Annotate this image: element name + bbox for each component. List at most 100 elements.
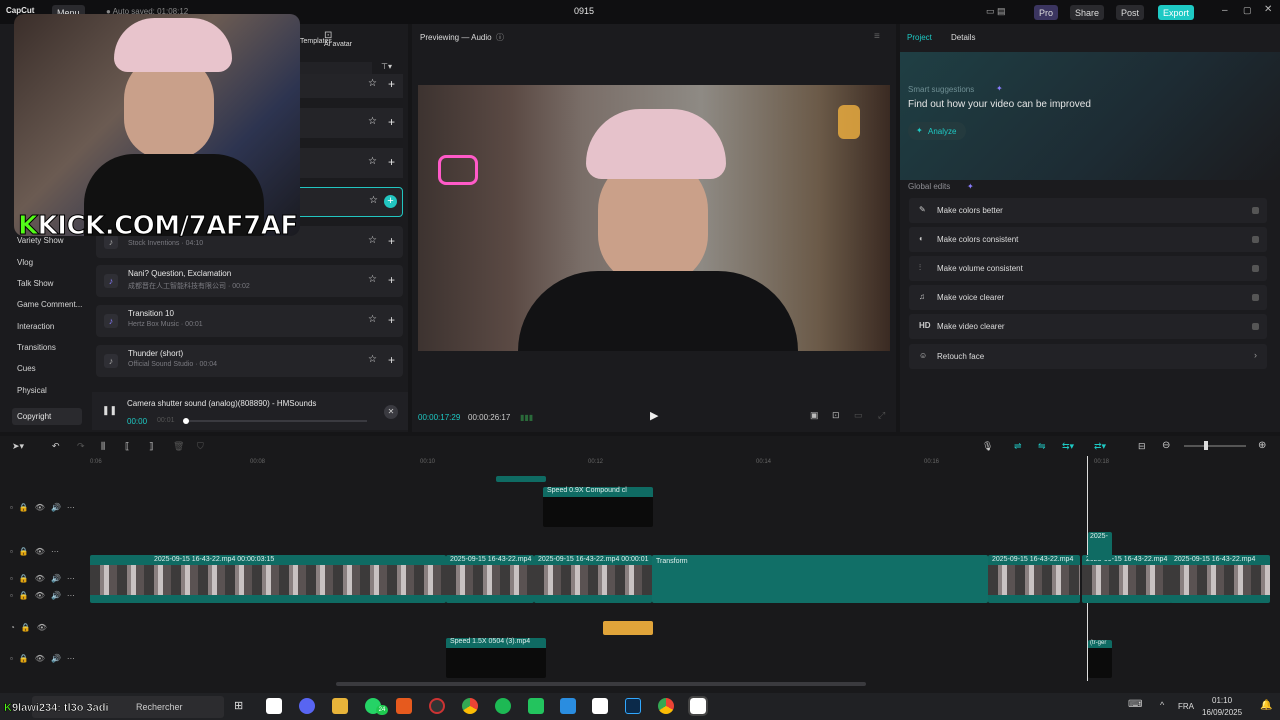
category-cues[interactable]: Cues [17,364,36,373]
plus-icon[interactable]: + [388,313,395,327]
global-edit-volume-consistent[interactable]: ⫶ Make volume consistent [909,256,1267,281]
tab-project[interactable]: Project [907,33,932,42]
filter-icon[interactable]: ⊤▾ [381,62,392,71]
star-icon[interactable]: ☆ [368,78,377,89]
app-icon[interactable] [528,698,544,714]
chrome-icon[interactable] [462,698,478,714]
zoom-slider-handle[interactable] [1204,441,1208,450]
track-controls[interactable]: ▫🔒👁🔊⋯ [10,654,81,663]
select-tool-icon[interactable]: ➤▾ [12,441,24,452]
toggle[interactable] [1252,265,1259,272]
app-icon[interactable] [396,698,412,714]
star-icon[interactable]: ☆ [368,235,377,246]
add-icon[interactable]: + [384,195,397,208]
category-talk-show[interactable]: Talk Show [17,279,53,288]
plus-icon[interactable]: + [388,353,395,367]
chevron-up-icon[interactable]: ^ [1160,700,1164,710]
language-indicator[interactable]: FRA [1178,702,1194,711]
track-controls[interactable]: ◔🔒👁 [10,623,53,632]
export-button[interactable]: Export [1158,5,1195,20]
capcut-taskbar-icon[interactable] [266,698,282,714]
preview-axis-icon[interactable]: ⇄▾ [1094,441,1106,452]
minimize-icon[interactable]: – [1222,5,1228,16]
crop-icon[interactable]: ⊡ [832,410,840,421]
close-player-icon[interactable]: ✕ [384,405,398,419]
snap-icon[interactable]: ⇆▾ [1062,441,1074,452]
track-controls[interactable]: ▫🔒👁🔊⋯ [10,591,81,600]
plus-icon[interactable]: + [388,115,395,129]
capcut-active-icon[interactable] [688,696,708,716]
main-video-clip[interactable]: 2025-09-15 16-43-22.mp4 [1170,555,1270,603]
star-icon[interactable]: ☆ [368,156,377,167]
file-explorer-icon[interactable] [332,698,348,714]
global-edit-retouch-face[interactable]: ☺ Retouch face › [909,344,1267,369]
toggle[interactable] [1252,236,1259,243]
expand-icon[interactable]: ⤢ [878,410,885,421]
chrome-icon[interactable] [658,698,674,714]
global-edit-video-clearer[interactable]: HD Make video clearer [909,314,1267,339]
sound-item[interactable]: ♪ Nani? Question, Exclamation 成都晋在人工智能科技有限… [96,265,403,297]
small-overlay-clip[interactable]: 2025- [1088,532,1112,560]
category-physical[interactable]: Physical [17,386,47,395]
category-game-comment[interactable]: Game Comment... [17,300,82,309]
global-edit-colors-better[interactable]: ✎ Make colors better [909,198,1267,223]
star-icon[interactable]: ☆ [368,116,377,127]
maximize-icon[interactable]: ▢ [1243,5,1252,16]
effect-clip[interactable] [603,621,653,635]
video-frame[interactable] [418,85,890,351]
plus-icon[interactable]: + [388,234,395,248]
vscode-icon[interactable] [560,698,576,714]
category-interaction[interactable]: Interaction [17,322,54,331]
star-icon[interactable]: ☆ [368,354,377,365]
undo-icon[interactable]: ↶ [52,441,60,452]
zoom-out-icon[interactable]: ⊖ [1162,440,1170,451]
delete-icon[interactable]: 🗑 [173,441,184,452]
audio-clip-small[interactable] [496,476,546,482]
capcut-icon[interactable] [592,698,608,714]
play-icon[interactable]: ▶ [650,409,658,422]
fullscreen-ratio-icon[interactable]: ▣ [810,410,819,421]
toggle[interactable] [1252,207,1259,214]
main-video-clip[interactable]: 2025-09-15 16-43-22.mp4 [988,555,1080,603]
pro-button[interactable]: Pro [1034,5,1059,20]
track-controls[interactable]: ▫🔒👁⋯ [10,547,65,556]
main-video-clip[interactable]: 2025-09-15 16-43-22.mp4 [1082,555,1172,603]
tail-clip[interactable]: (tr-ger [1088,640,1112,678]
plus-icon[interactable]: + [388,77,395,91]
sound-item-partial[interactable]: ☆ + [300,108,403,138]
zoom-in-icon[interactable]: ⊕ [1258,440,1266,451]
main-video-clip[interactable]: 2025-09-15 16-43-22.mp4 00:00:03:15 [90,555,446,603]
star-icon[interactable]: ☆ [368,274,377,285]
track-controls[interactable]: ▫🔒👁🔊⋯ [10,574,81,583]
quality-icon[interactable]: ▭ [854,410,863,421]
keyboard-icon[interactable]: ⌨ [1128,699,1142,710]
plus-icon[interactable]: + [388,273,395,287]
redo-icon[interactable]: ↷ [77,441,85,452]
link-icon[interactable]: ⇋ [1038,441,1046,452]
main-video-clip[interactable]: 2025-09-15 16-43-22.mp4 [446,555,534,603]
spotify-icon[interactable] [495,698,511,714]
timeline-scrollbar[interactable] [336,682,866,686]
layout-icon[interactable]: ▭ ▤ [986,6,1006,17]
tab-details[interactable]: Details [951,33,975,42]
split-icon[interactable]: ⫼ [101,441,105,452]
star-icon[interactable]: ☆ [369,195,378,206]
toggle[interactable] [1252,294,1259,301]
star-icon[interactable]: ☆ [368,314,377,325]
category-copyright-active[interactable]: Copyright [12,408,82,425]
main-video-clip[interactable]: 2025-09-15 16-43-22.mp4 00:00:01 [534,555,652,603]
pause-icon[interactable]: ❚❚ [102,405,117,416]
obs-icon[interactable] [429,698,445,714]
split-left-icon[interactable]: ⟦ [125,441,129,452]
info-icon[interactable]: ⓘ [496,32,504,43]
sound-item[interactable]: ♪ Thunder (short) Official Sound Studio · … [96,345,403,377]
sound-item[interactable]: ♪ Transition 10 Hertz Box Music · 00:01 ☆ + [96,305,403,337]
search-input[interactable] [300,62,372,74]
track-controls[interactable]: ▫🔒👁🔊⋯ [10,503,81,512]
category-transitions[interactable]: Transitions [17,343,56,352]
sound-item-partial[interactable]: ☆ + [300,148,403,178]
transform-clip[interactable]: Transform [652,555,988,603]
split-right-icon[interactable]: ⟧ [149,441,153,452]
analyze-button[interactable]: ✦ Analyze [908,122,966,140]
plus-icon[interactable]: + [388,155,395,169]
